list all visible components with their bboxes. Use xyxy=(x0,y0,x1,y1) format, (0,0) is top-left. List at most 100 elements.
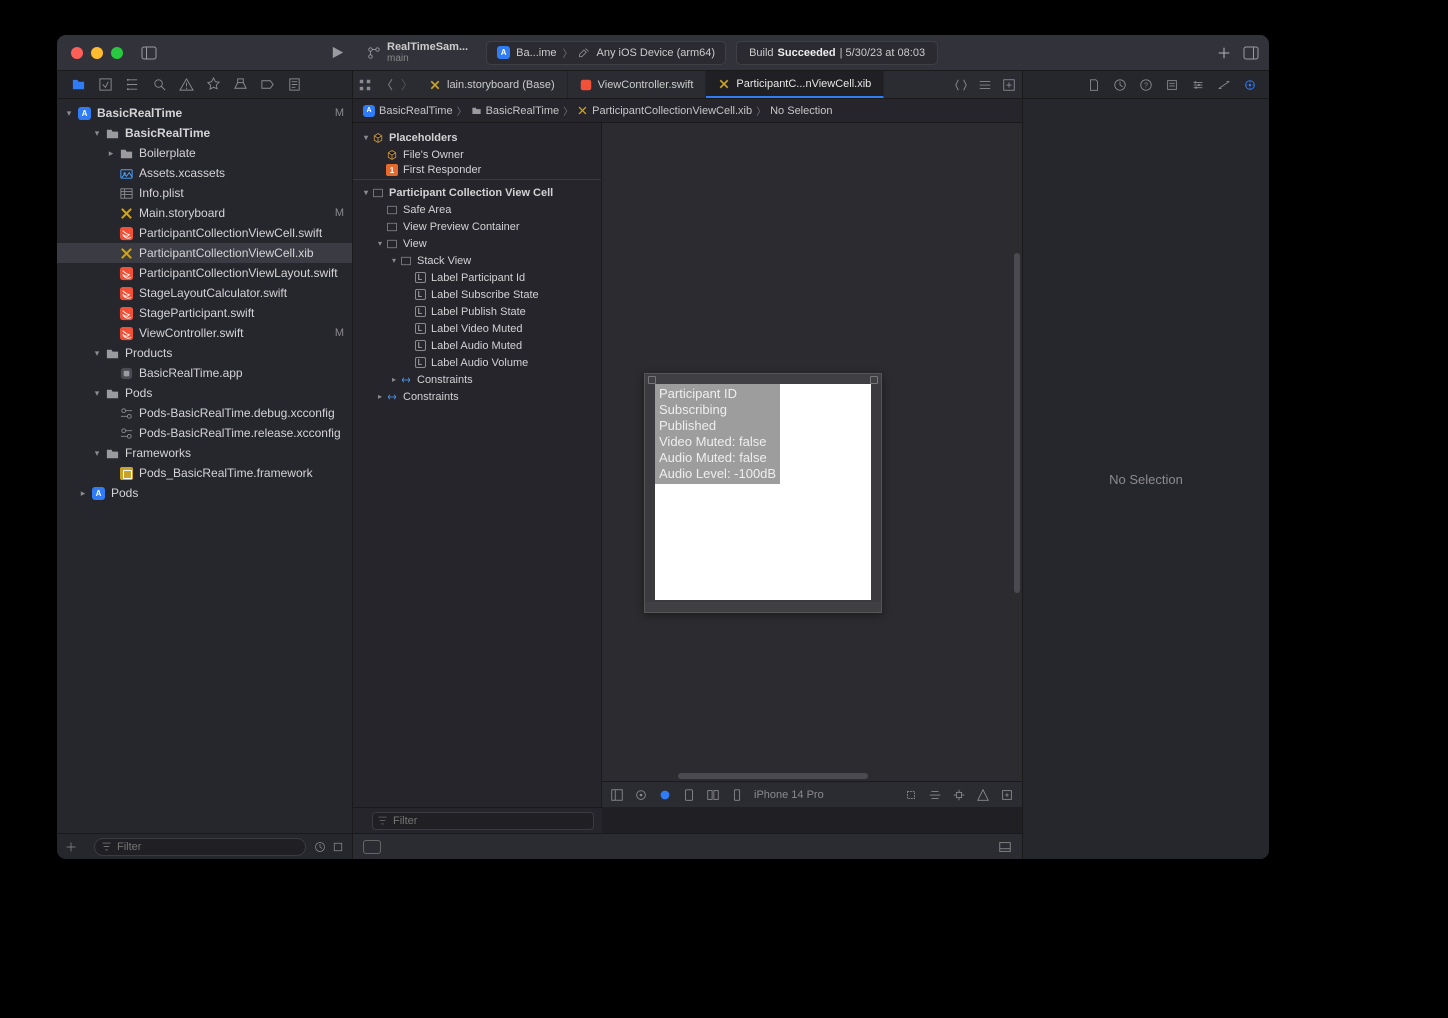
outline-row[interactable]: ▾View xyxy=(353,235,601,252)
minimize-window-button[interactable] xyxy=(91,47,103,59)
history-inspector-icon[interactable] xyxy=(1113,78,1127,92)
outline-row[interactable]: LLabel Audio Volume xyxy=(353,354,601,371)
tree-row[interactable]: Main.storyboardM xyxy=(57,203,352,223)
navigator-filter-input[interactable] xyxy=(94,838,306,856)
horizontal-scrollbar[interactable] xyxy=(678,773,868,779)
project-branch[interactable]: RealTimeSam... main xyxy=(387,41,468,65)
activity-status[interactable]: Build Succeeded | 5/30/23 at 08:03 xyxy=(736,41,938,65)
editor-tab[interactable]: ViewController.swift xyxy=(568,71,707,98)
forward-button[interactable]: 〉 xyxy=(397,76,417,93)
tree-row[interactable]: ▸APods xyxy=(57,483,352,503)
project-navigator-icon[interactable] xyxy=(71,77,86,92)
compare-icon[interactable] xyxy=(954,78,968,92)
help-inspector-icon[interactable]: ? xyxy=(1139,78,1153,92)
outline-row[interactable]: Safe Area xyxy=(353,201,601,218)
outline-row[interactable]: ▾Stack View xyxy=(353,252,601,269)
tree-row[interactable]: Pods-BasicRealTime.release.xcconfig xyxy=(57,423,352,443)
toggle-navigator-icon[interactable] xyxy=(141,45,157,61)
resolve-icon[interactable] xyxy=(976,788,990,802)
find-navigator-icon[interactable] xyxy=(152,77,167,92)
clock-icon[interactable] xyxy=(314,841,326,853)
tree-row[interactable]: StageParticipant.swift xyxy=(57,303,352,323)
device-name[interactable]: iPhone 14 Pro xyxy=(754,789,824,801)
add-tab-button[interactable] xyxy=(1217,46,1231,60)
align-icon[interactable] xyxy=(928,788,942,802)
tree-row[interactable]: ViewController.swiftM xyxy=(57,323,352,343)
disclosure-icon[interactable]: ▾ xyxy=(91,348,103,359)
disclosure-icon[interactable]: ▸ xyxy=(77,488,89,499)
report-navigator-icon[interactable] xyxy=(287,77,302,92)
tree-row[interactable]: ▸Boilerplate xyxy=(57,143,352,163)
zoom-window-button[interactable] xyxy=(111,47,123,59)
ib-canvas[interactable]: Participant ID Subscribing Published Vid… xyxy=(602,123,1022,807)
outline-row[interactable]: LLabel Video Muted xyxy=(353,320,601,337)
source-control-navigator-icon[interactable] xyxy=(98,77,113,92)
test-navigator-icon[interactable] xyxy=(206,77,221,92)
jumpbar-seg-0[interactable]: BasicRealTime xyxy=(379,105,453,117)
scm-filter-icon[interactable] xyxy=(332,841,344,853)
outline-row[interactable]: 1First Responder xyxy=(353,163,601,180)
jumpbar-seg-2[interactable]: ParticipantCollectionViewCell.xib xyxy=(592,105,752,117)
outline-row[interactable]: ▸Constraints xyxy=(353,388,601,405)
scheme-selector[interactable]: A Ba...ime 〉 Any iOS Device (arm64) xyxy=(486,41,726,65)
tree-row[interactable]: BasicRealTime.app xyxy=(57,363,352,383)
device-icon[interactable] xyxy=(730,788,744,802)
outline-row[interactable]: ▸Constraints xyxy=(353,371,601,388)
related-items-icon[interactable] xyxy=(353,78,377,92)
file-inspector-icon[interactable] xyxy=(1087,78,1101,92)
disclosure-icon[interactable]: ▸ xyxy=(375,392,385,401)
label-participant-id[interactable]: Participant ID xyxy=(659,386,776,402)
toggle-debug-area-icon[interactable] xyxy=(363,840,381,854)
back-button[interactable]: 〈 xyxy=(377,76,397,93)
editor-tab[interactable]: lain.storyboard (Base) xyxy=(417,71,568,98)
breakpoint-navigator-icon[interactable] xyxy=(260,77,275,92)
tree-row[interactable]: ▾BasicRealTime xyxy=(57,123,352,143)
outline-row[interactable]: ▾Participant Collection View Cell xyxy=(353,184,601,201)
size-inspector-icon[interactable] xyxy=(1217,78,1231,92)
tree-row[interactable]: ParticipantCollectionViewCell.swift xyxy=(57,223,352,243)
project-root[interactable]: ▾ A BasicRealTime M xyxy=(57,103,352,123)
disclosure-icon[interactable]: ▾ xyxy=(91,388,103,399)
issue-navigator-icon[interactable] xyxy=(179,77,194,92)
embed-icon[interactable] xyxy=(1000,788,1014,802)
disclosure-icon[interactable]: ▸ xyxy=(105,148,117,159)
vertical-scrollbar[interactable] xyxy=(1014,253,1020,593)
tree-row[interactable]: ▾Pods xyxy=(57,383,352,403)
add-editor-icon[interactable] xyxy=(1002,78,1016,92)
outline-row[interactable]: View Preview Container xyxy=(353,218,601,235)
jumpbar-seg-1[interactable]: BasicRealTime xyxy=(486,105,560,117)
outline-row[interactable]: LLabel Subscribe State xyxy=(353,286,601,303)
editor-tab[interactable]: ParticipantC...nViewCell.xib xyxy=(706,71,884,98)
disclosure-icon[interactable]: ▾ xyxy=(389,256,399,265)
tree-row[interactable]: ParticipantCollectionViewLayout.swift xyxy=(57,263,352,283)
outline-row[interactable]: LLabel Participant Id xyxy=(353,269,601,286)
connections-inspector-icon[interactable] xyxy=(1243,78,1257,92)
tree-row[interactable]: ▾Frameworks xyxy=(57,443,352,463)
adjust-editor-icon[interactable] xyxy=(978,78,992,92)
run-button[interactable] xyxy=(330,45,345,60)
disclosure-icon[interactable]: ▾ xyxy=(91,448,103,459)
label-video-muted[interactable]: Video Muted: false xyxy=(659,434,776,450)
disclosure-icon[interactable]: ▾ xyxy=(361,133,371,142)
jumpbar-seg-3[interactable]: No Selection xyxy=(770,105,832,117)
tree-row[interactable]: StageLayoutCalculator.swift xyxy=(57,283,352,303)
outline-filter-input[interactable] xyxy=(372,812,594,830)
label-published[interactable]: Published xyxy=(659,418,776,434)
layout-icon[interactable] xyxy=(706,788,720,802)
label-audio-muted[interactable]: Audio Muted: false xyxy=(659,450,776,466)
orientation-icon[interactable] xyxy=(682,788,696,802)
outline-row[interactable]: File's Owner xyxy=(353,146,601,163)
symbol-navigator-icon[interactable] xyxy=(125,77,140,92)
tree-row[interactable]: ParticipantCollectionViewCell.xib xyxy=(57,243,352,263)
close-window-button[interactable] xyxy=(71,47,83,59)
toggle-outline-icon[interactable] xyxy=(610,788,624,802)
identity-inspector-icon[interactable] xyxy=(1165,78,1179,92)
document-outline[interactable]: ▾PlaceholdersFile's Owner1First Responde… xyxy=(353,123,602,807)
outline-row[interactable]: LLabel Publish State xyxy=(353,303,601,320)
tree-row[interactable]: Info.plist xyxy=(57,183,352,203)
tree-row[interactable]: ▾Products xyxy=(57,343,352,363)
collection-view-cell-preview[interactable]: Participant ID Subscribing Published Vid… xyxy=(644,373,882,613)
project-tree[interactable]: ▾ A BasicRealTime M ▾BasicRealTime▸Boile… xyxy=(57,99,352,833)
label-subscribing[interactable]: Subscribing xyxy=(659,402,776,418)
tree-row[interactable]: Pods-BasicRealTime.debug.xcconfig xyxy=(57,403,352,423)
